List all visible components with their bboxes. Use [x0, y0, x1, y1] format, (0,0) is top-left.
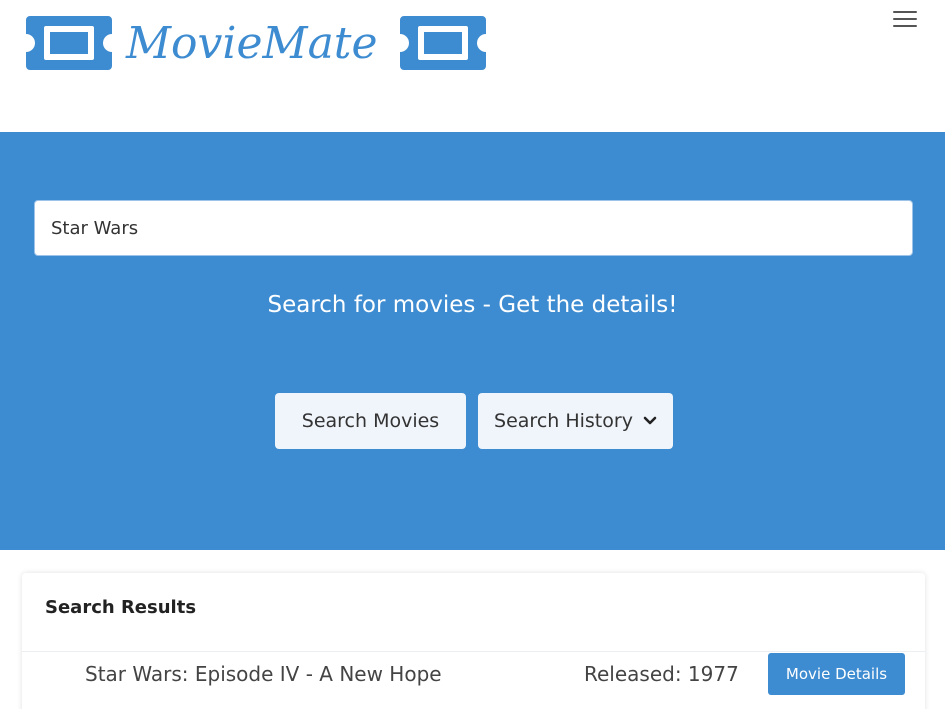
search-history-label: Search History	[494, 410, 633, 432]
ticket-icon	[400, 16, 486, 70]
search-movies-button[interactable]: Search Movies	[275, 393, 466, 449]
chevron-down-icon	[643, 416, 657, 425]
search-history-dropdown[interactable]: Search History	[478, 393, 673, 449]
ticket-icon	[26, 16, 112, 70]
search-hero: Search for movies - Get the details! Sea…	[0, 132, 945, 550]
list-item: Star Wars: Episode IV - A New Hope Relea…	[22, 651, 925, 707]
search-results-card: Search Results Star Wars: Episode IV - A…	[22, 573, 925, 709]
movie-title: Star Wars: Episode IV - A New Hope	[85, 662, 442, 686]
search-tagline: Search for movies - Get the details!	[267, 292, 678, 318]
menu-line	[893, 25, 917, 27]
search-movies-label: Search Movies	[301, 410, 440, 432]
menu-line	[893, 18, 917, 20]
release-year: Released: 1977	[584, 662, 739, 686]
logo-text: MovieMate	[125, 18, 378, 69]
search-results-title: Search Results	[45, 597, 197, 618]
site-header: MovieMate	[0, 0, 945, 132]
movie-details-button[interactable]: Movie Details	[768, 653, 905, 695]
movie-search-input[interactable]	[34, 200, 913, 256]
brand-logo[interactable]: MovieMate	[26, 12, 488, 74]
menu-line	[893, 11, 917, 13]
hamburger-menu-icon[interactable]	[891, 6, 921, 32]
